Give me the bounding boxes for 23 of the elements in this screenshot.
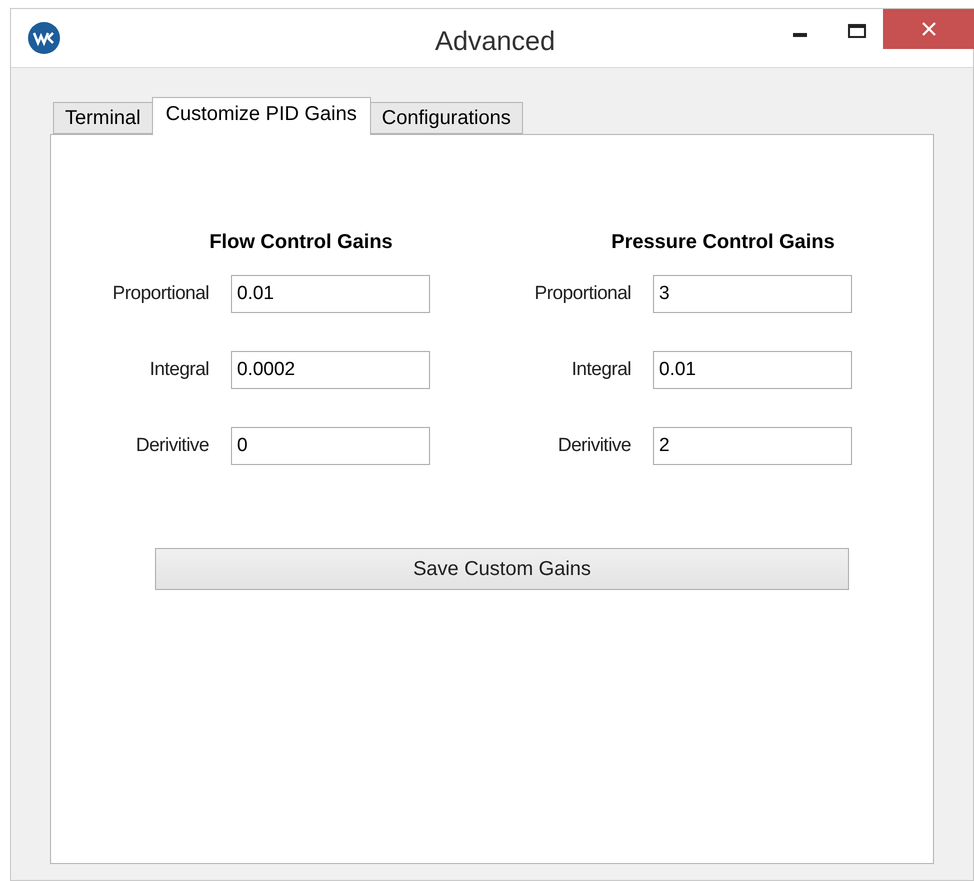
field-label: Integral [148,358,209,382]
save-button[interactable]: Save Custom Gains [155,548,849,590]
tab[interactable]: Customize PID Gains [152,97,371,135]
app-logo-icon [28,22,60,54]
field-label: Derivitive [134,434,209,458]
tab[interactable]: Configurations [370,102,523,134]
field-label: Derivitive [556,434,631,458]
tab[interactable]: Terminal [53,102,153,134]
field-label: Proportional [112,282,209,306]
gain-input[interactable]: 3 [653,275,852,313]
minimize-icon [793,33,807,37]
group-heading: Pressure Control Gains [610,230,836,255]
group-heading: Flow Control Gains [208,230,394,255]
gain-input[interactable]: 0.0002 [231,351,430,389]
gain-input[interactable]: 2 [653,427,852,465]
field-label: Proportional [534,282,631,306]
close-icon [922,22,936,36]
window-title: Advanced [435,25,556,58]
field-label: Integral [570,358,631,382]
maximize-icon [848,24,866,38]
gain-input[interactable]: 0 [231,427,430,465]
gain-input[interactable]: 0.01 [231,275,430,313]
gain-input[interactable]: 0.01 [653,351,852,389]
